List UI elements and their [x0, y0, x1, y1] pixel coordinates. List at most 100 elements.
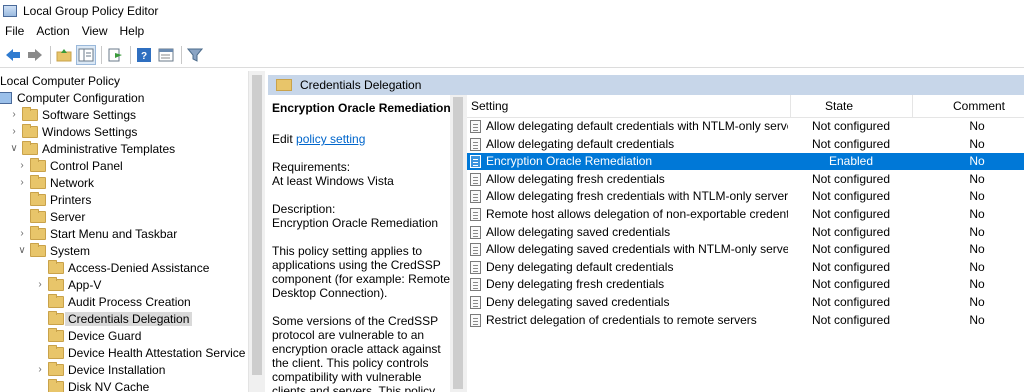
cell-setting: Allow delegating saved credentials [486, 224, 671, 239]
table-row[interactable]: Encryption Oracle Remediation Enabled No [467, 153, 1024, 171]
table-row[interactable]: Restrict delegation of credentials to re… [467, 312, 1024, 329]
tree-pane: Local Computer Policy Computer Configura… [0, 71, 248, 392]
cell-comment: No [969, 189, 985, 204]
tree-item-label: Server [50, 209, 86, 224]
title-bar: Local Group Policy Editor [0, 0, 1024, 21]
properties-icon[interactable] [156, 45, 176, 65]
requirements-value: At least Windows Vista [272, 174, 394, 188]
tree-item-access-denied-assistance[interactable]: Access-Denied Assistance [34, 259, 209, 276]
column-header-state[interactable]: State [825, 95, 853, 118]
cell-state: Not configured [811, 224, 891, 239]
tree-item-device-health-attestation-service[interactable]: Device Health Attestation Service [34, 344, 245, 361]
tree-item-label: Credentials Delegation [65, 311, 193, 326]
up-folder-icon[interactable] [54, 45, 74, 65]
table-row[interactable]: Allow delegating default credentials wit… [467, 118, 1024, 135]
cell-state: Not configured [811, 136, 891, 151]
column-divider[interactable] [790, 95, 791, 118]
tree-item-control-panel[interactable]: › Control Panel [16, 157, 123, 174]
tree-item-software-settings[interactable]: › Software Settings [8, 106, 136, 123]
cell-state: Not configured [811, 189, 891, 204]
tree-item-printers[interactable]: Printers [16, 191, 91, 208]
tree-item-audit-process-creation[interactable]: Audit Process Creation [34, 293, 191, 310]
table-row[interactable]: Deny delegating default credentials Not c… [467, 259, 1024, 276]
tree-item-label: Network [50, 175, 95, 190]
menu-file[interactable]: File [0, 21, 30, 42]
chevron-right-icon[interactable]: › [8, 126, 20, 137]
back-arrow-icon[interactable] [3, 45, 23, 65]
folder-icon [30, 225, 46, 240]
cell-setting: Allow delegating fresh credentials with … [486, 189, 788, 204]
table-row[interactable]: Allow delegating saved credentials with … [467, 241, 1024, 258]
toolbar-separator [130, 45, 131, 64]
cell-state: Enabled [828, 154, 874, 169]
tree-item-device-guard[interactable]: Device Guard [34, 327, 141, 344]
folder-icon [30, 191, 46, 206]
menu-action[interactable]: Action [30, 21, 75, 42]
tree-item-administrative-templates[interactable]: ∨ Administrative Templates [8, 140, 175, 157]
cell-comment: No [969, 242, 985, 257]
cell-setting: Restrict delegation of credentials to re… [486, 312, 757, 327]
tree-item-device-installation[interactable]: › Device Installation [34, 361, 165, 378]
toolbar-separator [50, 45, 51, 64]
filter-icon[interactable] [185, 45, 205, 65]
table-row[interactable]: Deny delegating saved credentials Not con… [467, 294, 1024, 311]
details-header-title: Credentials Delegation [300, 78, 422, 92]
tree-scrollbar[interactable] [248, 71, 265, 392]
cell-setting: Allow delegating default credentials wit… [486, 119, 788, 133]
tree-item-network[interactable]: › Network [16, 174, 94, 191]
cell-state: Not configured [811, 207, 891, 221]
folder-icon [30, 242, 46, 257]
folder-icon [48, 344, 64, 359]
folder-icon [48, 361, 64, 376]
tree-item-windows-settings[interactable]: › Windows Settings [8, 123, 137, 140]
table-row[interactable]: Remote host allows delegation of non-exp… [467, 206, 1024, 223]
chevron-right-icon[interactable]: › [16, 228, 28, 239]
tree-item-server[interactable]: Server [16, 208, 85, 225]
chevron-right-icon[interactable]: › [16, 177, 28, 188]
tree-item-start-menu-and-taskbar[interactable]: › Start Menu and Taskbar [16, 225, 177, 242]
tree-scrollbar-thumb[interactable] [252, 75, 262, 375]
description-paragraph-1: This policy setting applies to applicati… [272, 244, 451, 300]
cell-comment: No [969, 224, 985, 239]
column-divider[interactable] [912, 95, 913, 118]
tree-item-credentials-delegation[interactable]: Credentials Delegation [34, 310, 193, 327]
table-row[interactable]: Deny delegating fresh credentials Not con… [467, 276, 1024, 293]
menu-view[interactable]: View [76, 21, 114, 42]
menu-help[interactable]: Help [114, 21, 151, 42]
chevron-right-icon[interactable]: › [34, 364, 46, 375]
cell-state: Not configured [811, 119, 891, 133]
description-pane: Encryption Oracle Remediation Edit polic… [268, 95, 462, 392]
forward-arrow-icon[interactable] [25, 45, 45, 65]
export-list-icon[interactable] [105, 45, 125, 65]
table-row[interactable]: Allow delegating saved credentials Not co… [467, 224, 1024, 241]
tree-item-system[interactable]: ∨ System [16, 242, 90, 259]
table-row[interactable]: Allow delegating default credentials Not … [467, 136, 1024, 153]
chevron-right-icon[interactable]: › [34, 279, 46, 290]
tree-item-local-computer-policy[interactable]: Local Computer Policy [0, 72, 120, 89]
chevron-right-icon[interactable]: › [16, 160, 28, 171]
tree-item-label: Device Guard [68, 328, 142, 343]
tree-item-app-v[interactable]: › App-V [34, 276, 101, 293]
table-row[interactable]: Allow delegating fresh credentials Not co… [467, 171, 1024, 188]
table-row[interactable]: Allow delegating fresh credentials with … [467, 188, 1024, 205]
description-scrollbar-thumb[interactable] [453, 97, 463, 389]
description-scrollbar[interactable] [450, 95, 467, 392]
column-header-setting[interactable]: Setting [471, 95, 508, 118]
chevron-right-icon[interactable]: › [8, 109, 20, 120]
chevron-down-icon[interactable]: ∨ [16, 245, 28, 256]
help-icon[interactable]: ? [134, 45, 154, 65]
cell-comment: No [969, 171, 985, 186]
svg-text:?: ? [141, 51, 147, 62]
show-hide-tree-icon[interactable] [76, 44, 96, 65]
requirements-label: Requirements: [272, 160, 351, 174]
tree-item-label: System [50, 243, 91, 258]
cell-comment: No [969, 277, 985, 292]
tree-item-label: Computer Configuration [17, 90, 145, 105]
cell-comment: No [969, 207, 985, 221]
tree-item-disk-nv-cache[interactable]: Disk NV Cache [34, 378, 149, 392]
chevron-down-icon[interactable]: ∨ [8, 143, 20, 154]
policy-setting-link[interactable]: policy setting [296, 132, 365, 146]
tree-item-label: Audit Process Creation [68, 294, 191, 309]
column-header-comment[interactable]: Comment [953, 95, 1005, 118]
tree-item-computer-configuration[interactable]: Computer Configuration [0, 89, 144, 106]
